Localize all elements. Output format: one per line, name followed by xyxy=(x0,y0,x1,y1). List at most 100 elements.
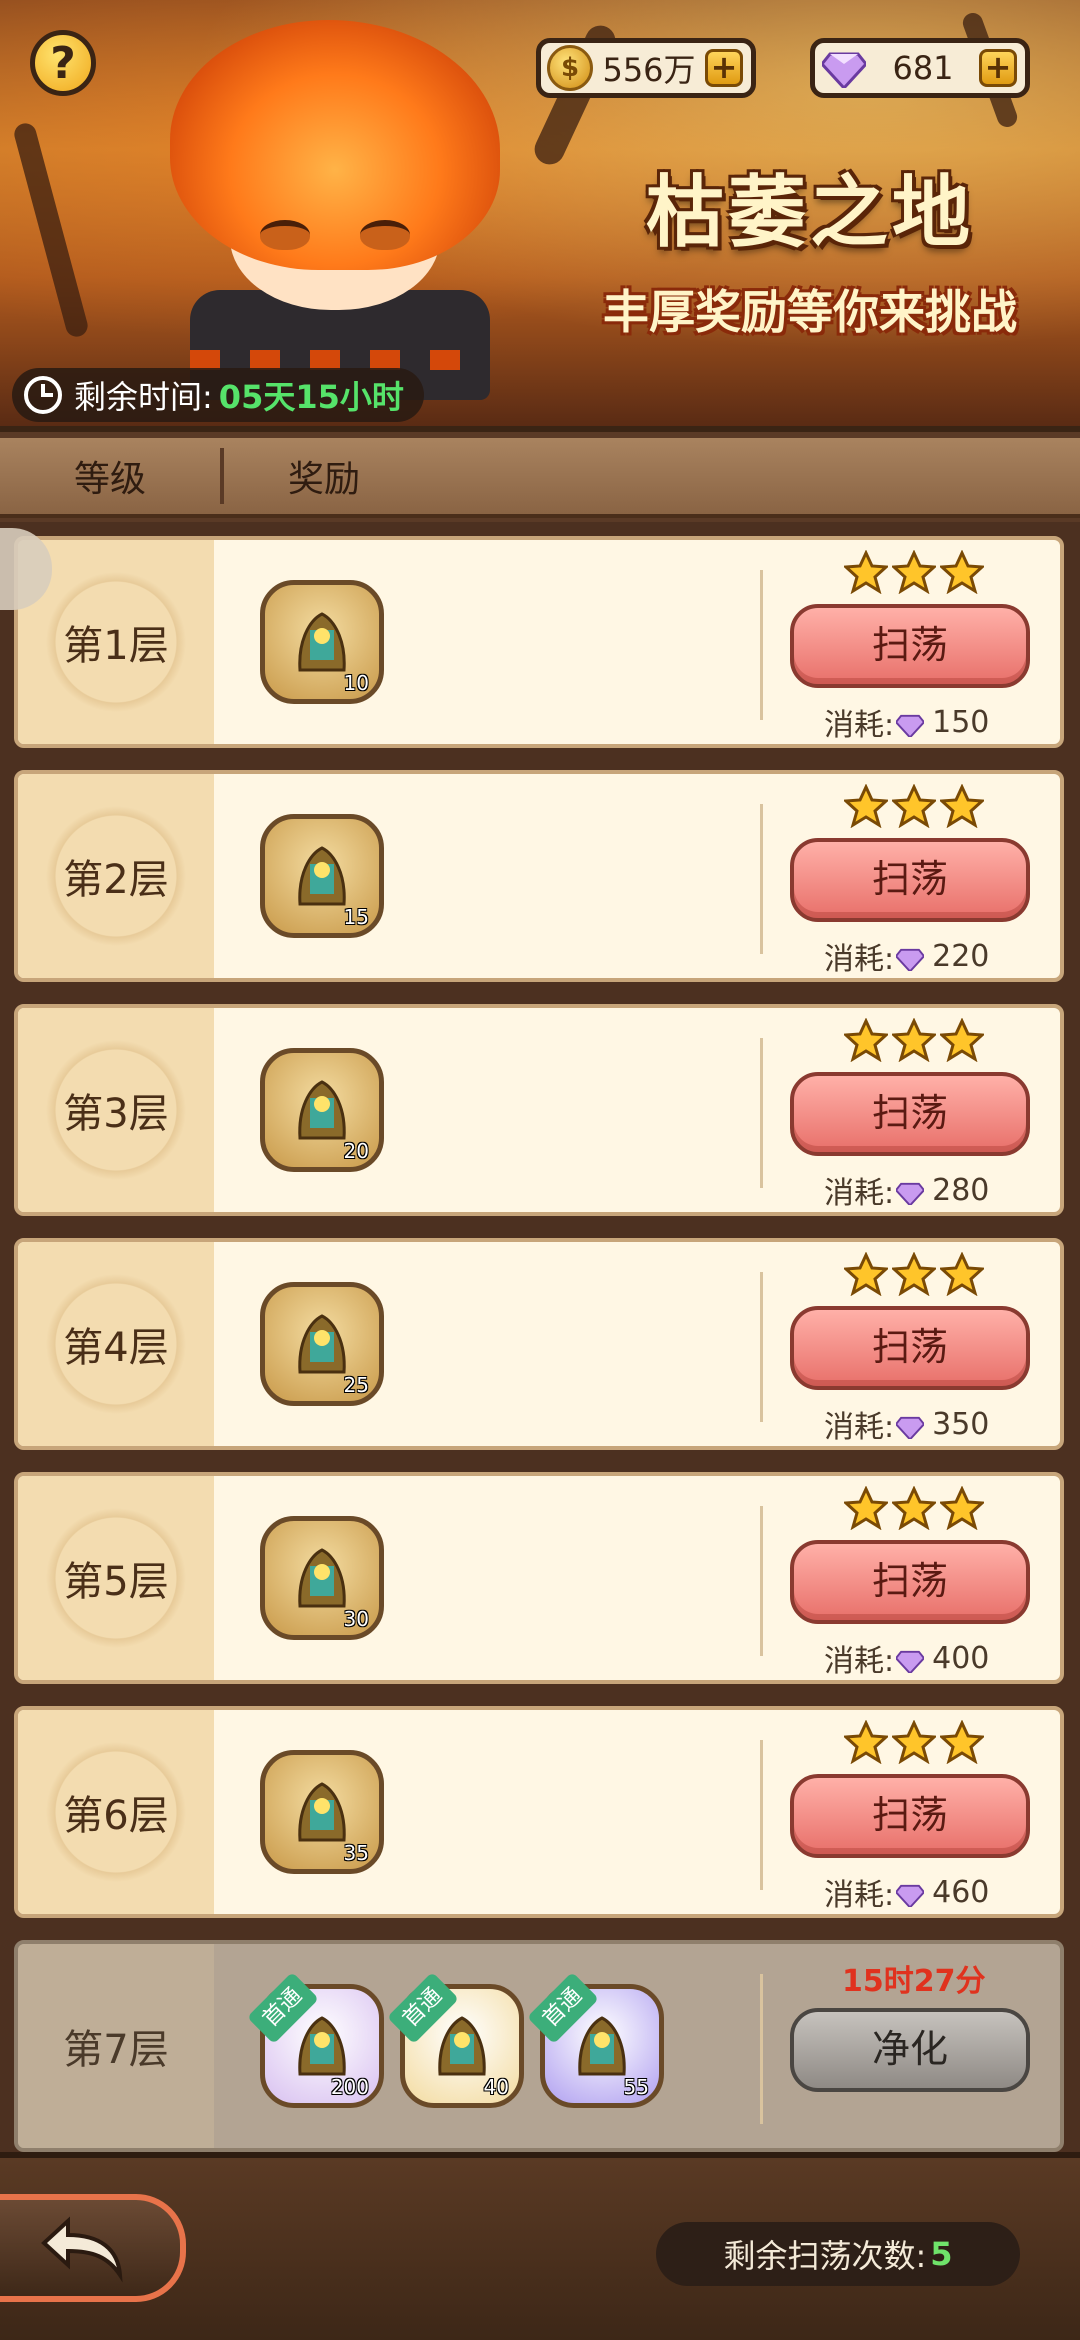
floor-row: 第2层 15 扫荡 消耗: 220 xyxy=(14,770,1064,982)
star-icon xyxy=(842,783,890,829)
star-rating xyxy=(842,1251,986,1297)
floor-level-label: 第3层 xyxy=(18,1008,214,1212)
star-rating xyxy=(842,549,986,595)
star-rating xyxy=(842,1485,986,1531)
first-clear-reward[interactable]: 首通 200 xyxy=(246,1971,384,2108)
cost-value: 220 xyxy=(932,938,990,974)
cost-value: 350 xyxy=(932,1406,990,1442)
star-icon xyxy=(938,783,986,829)
event-title-block: 枯萎之地 丰厚奖励等你来挑战 xyxy=(560,150,1060,342)
reward-quantity: 20 xyxy=(343,1139,369,1163)
event-subtitle: 丰厚奖励等你来挑战 xyxy=(603,285,1017,339)
sweep-button[interactable]: 扫荡 xyxy=(790,1306,1030,1390)
star-rating xyxy=(842,1017,986,1063)
gold-amount: 556万 xyxy=(602,51,696,89)
cost-label: 消耗: xyxy=(824,708,895,743)
reward-item[interactable]: 25 xyxy=(260,1282,384,1406)
reward-item[interactable]: 15 xyxy=(260,814,384,938)
gem-icon xyxy=(821,45,867,91)
sweep-button[interactable]: 扫荡 xyxy=(790,1774,1030,1858)
help-button[interactable]: ? xyxy=(30,30,96,96)
event-banner: ? $ 556万 + 681 + 枯萎之地 丰厚奖励等你来挑战 剩余时间: 05… xyxy=(0,0,1080,432)
gem-amount: 681 xyxy=(892,49,954,87)
floor-row: 第3层 20 扫荡 消耗: 280 xyxy=(14,1004,1064,1216)
gem-icon xyxy=(894,710,926,739)
level-column-header: 等级 xyxy=(73,459,146,500)
clock-icon xyxy=(24,376,62,414)
reward-quantity: 40 xyxy=(483,2075,509,2099)
star-icon xyxy=(890,1017,938,1063)
first-clear-reward[interactable]: 首通 40 xyxy=(386,1971,524,2108)
purify-button[interactable]: 净化 xyxy=(790,2008,1030,2092)
star-icon xyxy=(890,1485,938,1531)
star-icon xyxy=(938,1251,986,1297)
star-icon xyxy=(842,1251,890,1297)
star-rating xyxy=(842,1719,986,1765)
star-rating xyxy=(842,783,986,829)
reward-quantity: 55 xyxy=(623,2075,649,2099)
sweep-button[interactable]: 扫荡 xyxy=(790,1540,1030,1624)
back-button[interactable] xyxy=(0,2194,186,2302)
cost-label: 消耗: xyxy=(824,1176,895,1211)
reward-quantity: 200 xyxy=(330,2075,369,2099)
floor-row: 第4层 25 扫荡 消耗: 350 xyxy=(14,1238,1064,1450)
sweep-button[interactable]: 扫荡 xyxy=(790,838,1030,922)
star-icon xyxy=(890,783,938,829)
floor-row-locked: 第7层 首通 200 首通 40 首通 55 15时27分 净化 xyxy=(14,1940,1064,2152)
cost-label: 消耗: xyxy=(824,1644,895,1679)
floor-level-label: 第4层 xyxy=(18,1242,214,1446)
event-title: 枯萎之地 xyxy=(645,168,974,258)
timer-label: 剩余时间: xyxy=(74,378,213,416)
gem-icon xyxy=(894,1880,926,1909)
reward-item[interactable]: 30 xyxy=(260,1516,384,1640)
sweep-cost: 消耗: 350 xyxy=(824,1402,989,1446)
reward-column-header: 奖励 xyxy=(287,459,360,500)
remaining-time: 剩余时间: 05天15小时 xyxy=(12,368,424,422)
star-icon xyxy=(842,1485,890,1531)
star-icon xyxy=(842,549,890,595)
star-icon xyxy=(938,1485,986,1531)
gem-icon xyxy=(894,1178,926,1207)
sweeps-label: 剩余扫荡次数: xyxy=(723,2237,927,2275)
hero-character-art xyxy=(150,20,530,400)
timer-value: 05天15小时 xyxy=(218,378,404,416)
sweep-button[interactable]: 扫荡 xyxy=(790,1072,1030,1156)
cost-value: 460 xyxy=(932,1874,990,1910)
sweep-cost: 消耗: 460 xyxy=(824,1870,989,1914)
reward-item[interactable]: 20 xyxy=(260,1048,384,1172)
add-gem-button[interactable]: + xyxy=(979,49,1017,87)
cost-label: 消耗: xyxy=(824,1410,895,1445)
star-icon xyxy=(938,1017,986,1063)
cost-label: 消耗: xyxy=(824,942,895,977)
sweeps-count: 5 xyxy=(930,2235,953,2273)
back-arrow-icon xyxy=(41,2216,123,2283)
reward-item[interactable]: 35 xyxy=(260,1750,384,1874)
reward-item[interactable]: 10 xyxy=(260,580,384,704)
star-icon xyxy=(842,1017,890,1063)
list-header: 等级 奖励 xyxy=(0,438,1080,518)
cost-value: 280 xyxy=(932,1172,990,1208)
floor-level-label: 第7层 xyxy=(18,1944,214,2148)
cost-label: 消耗: xyxy=(824,1878,895,1913)
add-gold-button[interactable]: + xyxy=(705,49,743,87)
gem-icon xyxy=(894,1412,926,1441)
gem-icon xyxy=(894,944,926,973)
floor-row: 第6层 35 扫荡 消耗: 460 xyxy=(14,1706,1064,1918)
sweep-cost: 消耗: 400 xyxy=(824,1636,989,1680)
floor-list[interactable]: 第1层 10 扫荡 消耗: 150 第2层 15 扫荡 消耗: 220 第3层 … xyxy=(0,522,1080,2152)
floor-level-label: 第5层 xyxy=(18,1476,214,1680)
floor-row: 第5层 30 扫荡 消耗: 400 xyxy=(14,1472,1064,1684)
sweep-cost: 消耗: 220 xyxy=(824,934,989,978)
floor-level-label: 第6层 xyxy=(18,1710,214,1914)
cost-value: 400 xyxy=(932,1640,990,1676)
sweep-button[interactable]: 扫荡 xyxy=(790,604,1030,688)
sweep-cost: 消耗: 150 xyxy=(824,700,989,744)
star-icon xyxy=(890,549,938,595)
floor-row: 第1层 10 扫荡 消耗: 150 xyxy=(14,536,1064,748)
gem-counter: 681 + xyxy=(810,38,1030,98)
sweep-cost: 消耗: 280 xyxy=(824,1168,989,1212)
floor-level-label: 第2层 xyxy=(18,774,214,978)
first-clear-reward[interactable]: 首通 55 xyxy=(526,1971,664,2108)
reward-quantity: 10 xyxy=(343,671,369,695)
reward-quantity: 35 xyxy=(343,1841,369,1865)
